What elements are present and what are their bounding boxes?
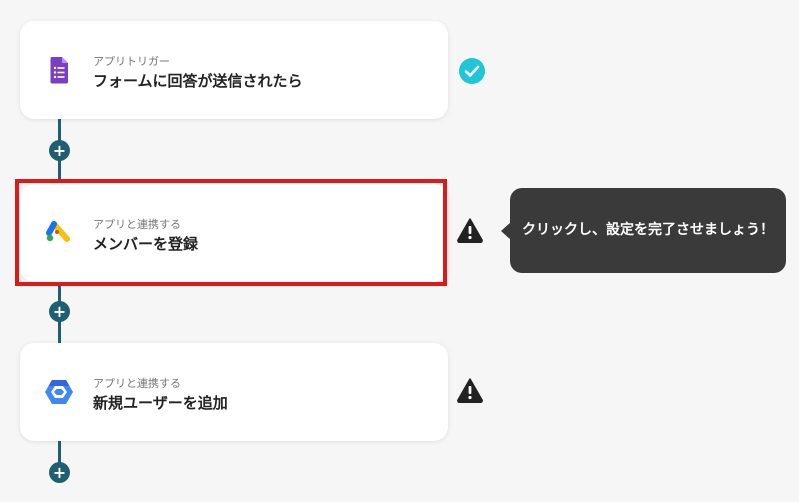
step-title: フォームに回答が送信されたら xyxy=(93,72,303,90)
step-card-register-member[interactable]: アプリと連携する メンバーを登録 xyxy=(20,184,448,282)
check-icon xyxy=(459,58,485,84)
tooltip-text: クリックし、設定を完了させましょう！ xyxy=(522,222,774,238)
step-card-form-trigger[interactable]: アプリトリガー フォームに回答が送信されたら xyxy=(20,21,448,119)
step-title: メンバーを登録 xyxy=(93,235,199,253)
step-subtitle: アプリトリガー xyxy=(93,55,170,68)
google-forms-icon xyxy=(50,57,68,84)
google-cloud-icon xyxy=(45,380,73,404)
add-step-button[interactable]: + xyxy=(49,301,70,322)
step-subtitle: アプリと連携する xyxy=(93,377,181,390)
add-step-button[interactable]: + xyxy=(49,140,70,161)
warning-icon xyxy=(457,378,483,403)
step-subtitle: アプリと連携する xyxy=(93,218,181,231)
add-step-button[interactable]: + xyxy=(49,462,70,483)
tooltip: クリックし、設定を完了させましょう！ xyxy=(510,188,786,273)
step-title: 新規ユーザーを追加 xyxy=(93,394,228,412)
step-card-add-user[interactable]: アプリと連携する 新規ユーザーを追加 xyxy=(20,343,448,441)
warning-icon xyxy=(457,218,483,243)
google-ads-icon xyxy=(46,221,70,242)
